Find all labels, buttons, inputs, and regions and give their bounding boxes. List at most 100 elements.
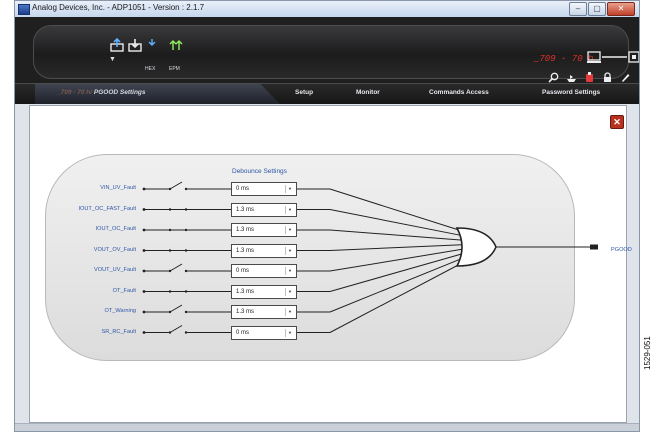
signal-label: VOUT_UV_Fault bbox=[94, 267, 136, 273]
to-gate-wire bbox=[329, 257, 463, 313]
debounce-value: 0 ms bbox=[236, 329, 250, 336]
nav-password-settings[interactable]: Password Settings bbox=[542, 89, 600, 96]
signal-switches bbox=[168, 181, 188, 334]
breadcrumb-current: PGOOD Settings bbox=[93, 89, 146, 96]
dropdown-arrow-icon[interactable]: ▼ bbox=[285, 287, 294, 296]
debounce-select[interactable]: 1.3 ms ▼ bbox=[231, 202, 297, 217]
dropdown-arrow-icon[interactable]: ▼ bbox=[285, 328, 294, 337]
switch-contact bbox=[184, 290, 188, 293]
input-node bbox=[142, 249, 146, 252]
title-bar: Analog Devices, Inc. - ADP1051 - Version… bbox=[15, 1, 639, 18]
figure-id: 1529-051 bbox=[643, 336, 652, 370]
pgood-logic-diagram bbox=[142, 181, 598, 334]
to-gate-wire bbox=[329, 253, 463, 292]
dropdown-arrow-icon[interactable]: ▼ bbox=[285, 308, 294, 316]
dropdown-arrow-icon[interactable]: ▼ bbox=[285, 205, 294, 214]
status-bar bbox=[15, 423, 639, 431]
app-window: Analog Devices, Inc. - ADP1051 - Version… bbox=[14, 0, 640, 432]
to-gate-wire bbox=[329, 188, 463, 232]
switch-open bbox=[169, 304, 183, 313]
input-node bbox=[142, 331, 146, 334]
switch-contact bbox=[184, 249, 188, 252]
debounce-value: 1.3 ms bbox=[236, 309, 255, 315]
upload-icon[interactable] bbox=[110, 38, 124, 52]
nav-commands-access[interactable]: Commands Access bbox=[429, 89, 489, 96]
epm-icon[interactable] bbox=[169, 38, 183, 52]
pencil-icon[interactable] bbox=[620, 70, 631, 82]
hex-file-icon[interactable] bbox=[145, 38, 159, 52]
input-node bbox=[142, 290, 146, 293]
breadcrumb-prefix[interactable]: _709 - 70 h/ bbox=[57, 89, 92, 96]
pgood-output-pin bbox=[590, 244, 598, 250]
signal-label: SR_RC_Fault bbox=[101, 328, 136, 335]
switch-contact bbox=[184, 208, 188, 211]
hex-label: HEX bbox=[145, 66, 156, 72]
pgood-output-label: PGOOD bbox=[611, 247, 632, 253]
close-window-icon[interactable]: ✕ bbox=[607, 2, 635, 16]
hardware-connection-icon[interactable] bbox=[587, 50, 640, 64]
debounce-select[interactable]: 0 ms ▼ bbox=[231, 264, 297, 278]
toolbar-pill: ▼ HEX EPM _709 - 70 h bbox=[33, 25, 639, 83]
debounce-value: 1.3 ms bbox=[236, 206, 255, 213]
switch-contact bbox=[184, 269, 188, 273]
dropdown-arrow-icon[interactable]: ▼ bbox=[285, 246, 294, 255]
debounce-value: 0 ms bbox=[236, 186, 250, 192]
debounce-select[interactable]: 1.3 ms ▼ bbox=[231, 305, 297, 319]
toolbar-small-icons bbox=[548, 70, 631, 83]
dropdown-arrow-icon[interactable]: ▼ bbox=[285, 185, 294, 193]
to-gate-wire bbox=[329, 244, 463, 251]
epm-label: EPM bbox=[169, 66, 180, 72]
dropdown-caret-icon[interactable]: ▼ bbox=[109, 56, 116, 63]
switch-contact bbox=[184, 310, 188, 314]
breadcrumb-text: _709 - 70 h/ PGOOD Settings bbox=[57, 89, 146, 96]
signal-label: IOUT_OC_Fault bbox=[95, 226, 136, 232]
navigation-bar: _709 - 70 h/ PGOOD Settings Setup Monito… bbox=[15, 83, 639, 104]
chip-icon[interactable] bbox=[584, 70, 595, 82]
or-gate bbox=[455, 227, 497, 267]
debounce-value: 1.3 ms bbox=[236, 247, 255, 254]
debounce-select[interactable]: 1.3 ms ▼ bbox=[231, 223, 297, 237]
input-node bbox=[142, 208, 146, 211]
debounce-select[interactable]: 1.3 ms ▼ bbox=[231, 243, 297, 258]
signal-label: OT_Fault bbox=[112, 287, 136, 294]
switch-contact bbox=[184, 187, 188, 191]
input-node bbox=[142, 269, 146, 273]
search-icon[interactable] bbox=[548, 70, 559, 83]
signal-label: OT_Warning bbox=[104, 308, 136, 314]
debounce-value: 1.3 ms bbox=[236, 288, 255, 295]
nav-monitor[interactable]: Monitor bbox=[356, 89, 380, 96]
switch-contact bbox=[184, 331, 188, 334]
breadcrumb: _709 - 70 h/ PGOOD Settings bbox=[35, 84, 280, 104]
debounce-select[interactable]: 0 ms ▼ bbox=[231, 325, 297, 340]
signal-label: IOUT_OC_FAST_Fault bbox=[78, 205, 136, 212]
debounce-select[interactable]: 1.3 ms ▼ bbox=[231, 284, 297, 299]
input-node bbox=[142, 228, 146, 232]
app-icon bbox=[18, 4, 30, 15]
nav-setup[interactable]: Setup bbox=[295, 89, 313, 96]
device-display: _709 - 70 h bbox=[534, 54, 594, 64]
debounce-value: 0 ms bbox=[236, 268, 250, 274]
minimize-icon[interactable]: – bbox=[569, 2, 587, 16]
dropdown-arrow-icon[interactable]: ▼ bbox=[285, 226, 294, 234]
to-gate-wire bbox=[329, 248, 463, 272]
window-controls: – ▢ ✕ bbox=[569, 2, 635, 16]
debounce-value: 1.3 ms bbox=[236, 227, 255, 233]
switch-open bbox=[169, 263, 183, 272]
debounce-select[interactable]: 0 ms ▼ bbox=[231, 182, 297, 196]
lock-icon[interactable] bbox=[602, 70, 613, 82]
signal-label: VOUT_OV_Fault bbox=[93, 246, 136, 253]
window-title: Analog Devices, Inc. - ADP1051 - Version… bbox=[32, 3, 205, 12]
boat-icon[interactable] bbox=[566, 70, 577, 82]
signal-wires bbox=[142, 187, 463, 334]
maximize-icon[interactable]: ▢ bbox=[588, 2, 606, 16]
download-icon[interactable] bbox=[128, 38, 142, 52]
input-node bbox=[142, 187, 146, 191]
input-node bbox=[142, 310, 146, 314]
dropdown-arrow-icon[interactable]: ▼ bbox=[285, 267, 294, 275]
toolbar: ▼ HEX EPM _709 - 70 h bbox=[15, 17, 639, 83]
signal-label: VIN_UV_Fault bbox=[100, 185, 136, 191]
switch-contact bbox=[184, 228, 188, 232]
to-gate-wire bbox=[329, 262, 463, 333]
pgood-settings-panel: ✕ Debounce Settings VIN_UV_Fault 0 ms ▼ IOU… bbox=[29, 105, 632, 423]
switch-open bbox=[169, 325, 183, 333]
